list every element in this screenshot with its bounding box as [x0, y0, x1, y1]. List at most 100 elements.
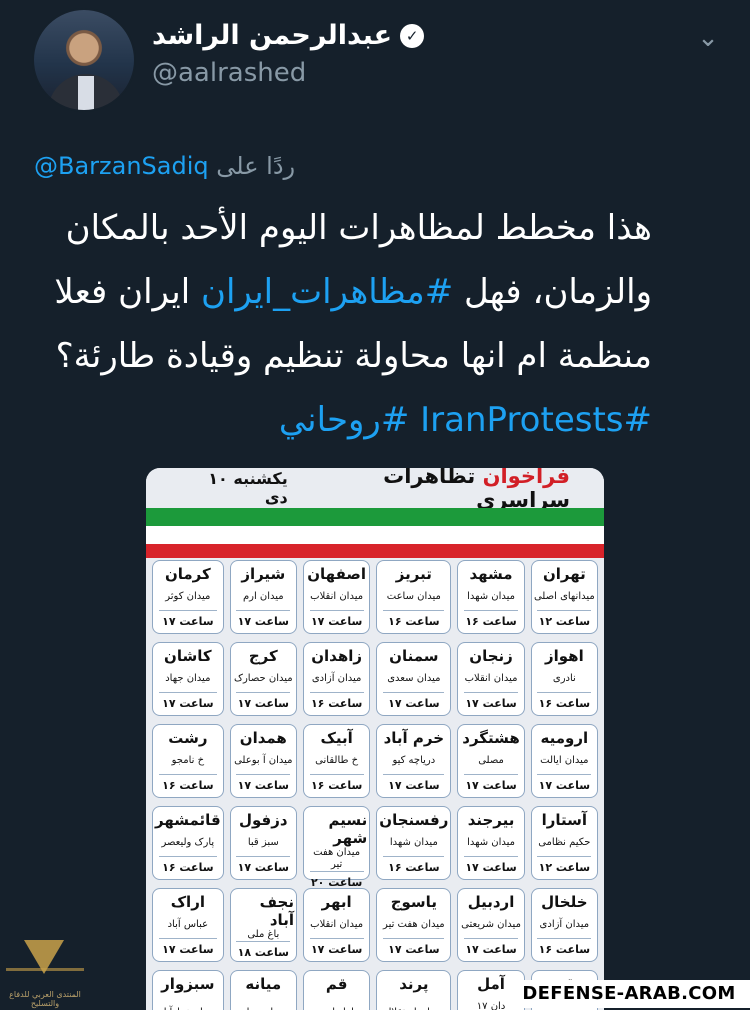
city-card: تبریز میدان ساعت ساعت ۱۶ [376, 560, 452, 634]
city-place: باغ ملی [247, 929, 280, 940]
city-time: ساعت ۱۷ [383, 938, 445, 956]
city-time: ساعت ۱۷ [158, 692, 217, 710]
city-name: آستارا [541, 811, 588, 829]
site-watermark: DEFENSE-ARAB.COM [508, 980, 750, 1008]
city-card: اردبیل میدان شریعتی ساعت ۱۷ [457, 888, 525, 962]
city-name: میانه [245, 975, 282, 993]
tweet-header: عبدالرحمن الراشد ✓ @aalrashed ⌄ [0, 0, 750, 120]
city-place: میدان کوثر [165, 590, 211, 602]
city-name: کاشان [164, 647, 212, 665]
city-place: میدان انقلاب [464, 672, 518, 684]
reply-prefix: ردًا على [216, 152, 296, 180]
city-name: اصفهان [307, 565, 367, 583]
city-time: ساعت ۱۷ [464, 938, 519, 956]
city-card: زاهدان میدان آزادی ساعت ۱۶ [302, 642, 371, 716]
city-time: ساعت ۱۷ [309, 938, 364, 956]
city-time: ساعت ۱۷ [383, 774, 445, 792]
city-card: زنجان میدان انقلاب ساعت ۱۷ [457, 642, 525, 716]
city-place: میدان آزادی [539, 918, 590, 930]
city-card: همدان میدان آ بوعلی ساعت ۱۷ [229, 724, 297, 798]
city-time: ساعت ۱۷ [158, 938, 217, 956]
poster-title-red: فراخوان [482, 468, 570, 488]
hashtag-iranprotests[interactable]: #IranProtests [420, 400, 652, 440]
city-name: شیراز [241, 565, 286, 583]
city-name: سمنان [389, 647, 439, 665]
city-card: نسیم شهر میدان هفت تیر ساعت ۲۰ [302, 806, 371, 889]
city-name: ارومیه [540, 729, 589, 747]
city-place: میدان ارم [242, 590, 284, 602]
city-card: کرج میدان حصارک ساعت ۱۷ [229, 642, 297, 716]
city-grid: تهران میدانهای اصلی ساعت ۱۲ مشهد میدان شهدا س… [152, 560, 598, 1010]
city-card: اصفهان میدان انقلاب ساعت ۱۷ [302, 560, 371, 634]
tweet-text: هذا مخطط لمظاهرات اليوم الأحد بالمكان وا… [32, 196, 652, 452]
hashtag-rouhani[interactable]: #روحاني [279, 400, 410, 440]
city-card: سمنان میدان سعدی ساعت ۱۷ [376, 642, 452, 716]
city-time: ساعت ۱۸ [236, 941, 291, 959]
city-time: ساعت ۱۷ [236, 856, 291, 874]
city-time: ساعت ۱۷ [537, 774, 592, 792]
city-place: نادری [552, 672, 576, 684]
city-place: سبز قبا [247, 836, 279, 848]
hashtag-iran-protests-ar[interactable]: #مظاهرات_ايران [201, 272, 453, 312]
reply-context: @BarzanSadiq ردًا على [34, 152, 295, 180]
city-time: ساعت ۱۷ [383, 692, 445, 710]
city-name: اردبیل [467, 893, 515, 911]
city-time: ساعت ۱۶ [309, 692, 364, 710]
city-place: میدانهای اصلی [533, 590, 595, 602]
city-time: ساعت ۱۷ [158, 610, 217, 628]
city-name: زنجان [469, 647, 513, 665]
tweet-line-4: #IranProtests #روحاني [32, 388, 652, 452]
city-time: ساعت ۱۲ [537, 610, 592, 628]
tweet-line-2-end: ايران فعلا [54, 272, 202, 312]
city-name: آمل [477, 975, 505, 993]
forum-logo: المنتدى العربي للدفاع والتسليح [0, 936, 90, 1010]
city-card: دزفول سبز قبا ساعت ۱۷ [229, 806, 297, 880]
city-card: پرندمیدان استقلال [376, 970, 452, 1010]
city-name: بیرجند [467, 811, 515, 829]
city-card: نجف آباد باغ ملی ساعت ۱۸ [229, 888, 297, 962]
city-card: سبزوارمیدان نجارآباد [152, 970, 224, 1010]
city-name: نسیم شهر [328, 811, 368, 847]
city-card: میانهمیدان معلم [229, 970, 297, 1010]
author-handle[interactable]: @aalrashed [152, 58, 306, 88]
author-avatar[interactable] [32, 8, 136, 112]
city-place: پارک ولیعصر [161, 836, 215, 848]
city-name: قم [325, 975, 348, 993]
city-place: میدان انقلاب [310, 918, 364, 930]
city-place: میدان انقلاب [310, 590, 364, 602]
tweet-line-1: هذا مخطط لمظاهرات اليوم الأحد بالمكان [65, 208, 652, 248]
city-name: رشت [168, 729, 208, 747]
city-time: ساعت ۱۷ [309, 610, 364, 628]
city-time: ساعت ۱۷ [464, 774, 519, 792]
city-time: ساعت ۱۷ [236, 692, 291, 710]
city-time: ساعت ۱۶ [464, 610, 519, 628]
city-time: ساعت ۱۶ [383, 856, 445, 874]
city-card: اهواز نادری ساعت ۱۶ [530, 642, 598, 716]
author-name-row[interactable]: عبدالرحمن الراشد ✓ [152, 20, 425, 51]
city-name: پرند [399, 975, 429, 993]
city-place: میدان هفت تیر [383, 918, 445, 930]
city-place: خ نامجو [171, 754, 205, 766]
city-card: خرم آباد دریاچه کیو ساعت ۱۷ [376, 724, 452, 798]
flag-red-stripe [146, 544, 604, 558]
chevron-down-icon[interactable]: ⌄ [694, 24, 722, 52]
city-name: اراک [170, 893, 205, 911]
city-name: کرمان [164, 565, 211, 583]
city-place: عباس آباد [167, 918, 209, 930]
verified-badge-icon: ✓ [400, 23, 425, 48]
city-place: میدان شهدا [467, 590, 516, 602]
city-card: قمبلوار امین [302, 970, 371, 1010]
city-card: ابهر میدان انقلاب ساعت ۱۷ [302, 888, 371, 962]
author-display-name[interactable]: عبدالرحمن الراشد [152, 20, 392, 51]
city-name: همدان [239, 729, 287, 747]
reply-user-link[interactable]: @BarzanSadiq [34, 152, 209, 180]
city-card: اراک عباس آباد ساعت ۱۷ [152, 888, 224, 962]
city-card: آبیک خ طالقانی ساعت ۱۶ [302, 724, 371, 798]
tweet-media-image[interactable]: فراخوان تظاهرات سراسری یکشنبه ۱۰ دی تهرا… [146, 468, 604, 1010]
city-place: میدان حصارک [234, 672, 293, 684]
city-time: ساعت ۱۶ [309, 774, 364, 792]
city-time: ساعت ۱۶ [158, 856, 217, 874]
city-place: خ طالقانی [315, 754, 359, 766]
city-name: کرج [248, 647, 278, 665]
city-name: رفسنجان [379, 811, 449, 829]
